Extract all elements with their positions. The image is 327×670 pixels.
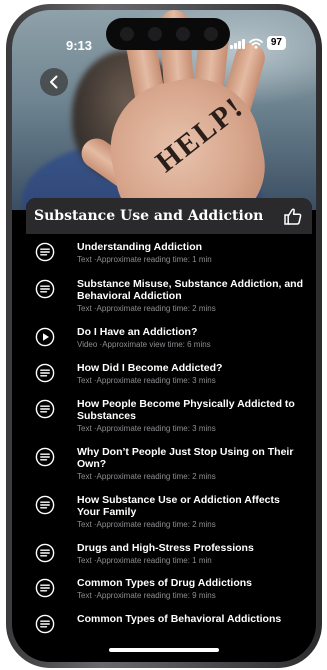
sensor-dot (120, 27, 134, 41)
list-item-meta: Text ·Approximate reading time: 3 mins (77, 376, 216, 385)
list-item-meta: Text ·Approximate reading time: 2 mins (77, 304, 216, 313)
back-button[interactable] (40, 68, 68, 96)
screen: HELP! 9:13 97 Substance Use and Addictio… (12, 10, 316, 662)
page-title: Substance Use and Addiction (34, 208, 264, 224)
list-item-title: Why Don’t People Just Stop Using on Thei… (77, 446, 294, 470)
list-item-title: Common Types of Behavioral Addictions (77, 613, 282, 625)
phone-frame: HELP! 9:13 97 Substance Use and Addictio… (6, 4, 322, 668)
list-item-title: Do I Have an Addiction? (77, 326, 198, 338)
list-item-meta: Text ·Approximate reading time: 2 mins (77, 520, 216, 529)
dynamic-island (106, 18, 230, 50)
list-item-text: Understanding Addiction Text ·Approximat… (77, 241, 304, 265)
text-lines-icon (34, 613, 56, 635)
list-item-title: Common Types of Drug Addictions (77, 577, 252, 589)
status-time: 9:13 (66, 38, 93, 53)
list-item-title: How People Become Physically Addicted to… (77, 398, 295, 422)
wifi-icon (248, 38, 263, 49)
chevron-left-icon (50, 75, 58, 89)
list-item[interactable]: How People Become Physically Addicted to… (26, 395, 312, 434)
sensor-dot (204, 27, 218, 41)
list-item-text: How People Become Physically Addicted to… (77, 398, 304, 434)
text-lines-icon (34, 278, 56, 300)
list-item[interactable]: Why Don’t People Just Stop Using on Thei… (26, 443, 312, 482)
list-item-meta: Video ·Approximate view time: 6 mins (77, 340, 211, 349)
list-item-text: Substance Misuse, Substance Addiction, a… (77, 278, 304, 314)
sensor-dot (176, 27, 190, 41)
list-item-text: Common Types of Behavioral Addictions (77, 613, 304, 635)
content-sheet: Substance Use and Addiction Understandin… (26, 198, 312, 662)
list-item[interactable]: How Did I Become Addicted? Text ·Approxi… (26, 359, 312, 386)
sheet-header: Substance Use and Addiction (26, 198, 312, 234)
sensor-dot (148, 27, 162, 41)
list-item[interactable]: Understanding Addiction Text ·Approximat… (26, 238, 312, 265)
like-button[interactable] (284, 208, 302, 225)
list-item[interactable]: Drugs and High-Stress Professions Text ·… (26, 539, 312, 566)
text-lines-icon (34, 398, 56, 420)
list-item[interactable]: Common Types of Behavioral Addictions (26, 610, 312, 635)
list-item-meta: Text ·Approximate reading time: 3 mins (77, 424, 216, 433)
list-item[interactable]: Substance Misuse, Substance Addiction, a… (26, 275, 312, 314)
text-lines-icon (34, 542, 56, 564)
text-lines-icon (34, 446, 56, 468)
list-item-title: Understanding Addiction (77, 241, 203, 253)
play-icon (34, 326, 56, 348)
list-item-meta: Text ·Approximate reading time: 2 mins (77, 472, 216, 481)
home-indicator[interactable] (109, 648, 219, 652)
list-item-text: Common Types of Drug Addictions Text ·Ap… (77, 577, 304, 601)
list-item-title: How Did I Become Addicted? (77, 362, 223, 374)
list-item-meta: Text ·Approximate reading time: 1 min (77, 255, 212, 264)
list-item-title: Substance Misuse, Substance Addiction, a… (77, 278, 303, 302)
list-item-text: Do I Have an Addiction? Video ·Approxima… (77, 326, 304, 350)
list-item-meta: Text ·Approximate reading time: 1 min (77, 556, 212, 565)
text-lines-icon (34, 362, 56, 384)
list-item[interactable]: How Substance Use or Addiction Affects Y… (26, 491, 312, 530)
list-item-title: Drugs and High-Stress Professions (77, 542, 254, 554)
list-item-text: How Did I Become Addicted? Text ·Approxi… (77, 362, 304, 386)
list-item-text: Why Don’t People Just Stop Using on Thei… (77, 446, 304, 482)
list-item-title: How Substance Use or Addiction Affects Y… (77, 494, 280, 518)
list-item[interactable]: Common Types of Drug Addictions Text ·Ap… (26, 574, 312, 601)
status-bar: 9:13 97 (12, 10, 316, 53)
battery-icon: 97 (266, 36, 286, 50)
status-icons: 97 (229, 36, 286, 50)
text-lines-icon (34, 577, 56, 599)
text-lines-icon (34, 241, 56, 263)
article-list: Understanding Addiction Text ·Approximat… (26, 234, 312, 635)
text-lines-icon (34, 494, 56, 516)
list-item-meta: Text ·Approximate reading time: 9 mins (77, 591, 216, 600)
thumbs-up-icon (284, 208, 302, 225)
cellular-signal-icon (229, 38, 245, 49)
list-item[interactable]: Do I Have an Addiction? Video ·Approxima… (26, 323, 312, 350)
list-item-text: Drugs and High-Stress Professions Text ·… (77, 542, 304, 566)
list-item-text: How Substance Use or Addiction Affects Y… (77, 494, 304, 530)
